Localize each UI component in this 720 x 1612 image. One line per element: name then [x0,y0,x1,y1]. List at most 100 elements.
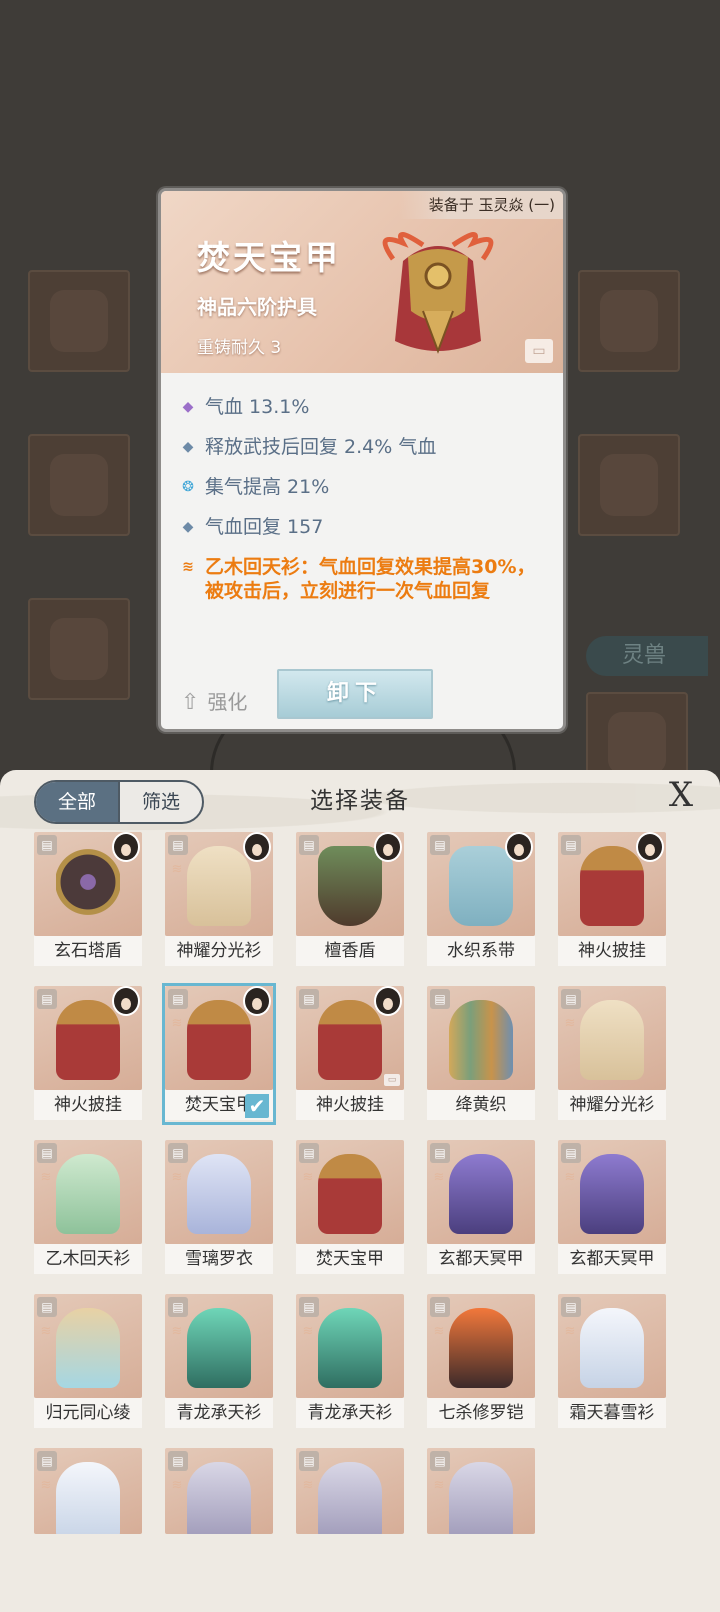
armor-slot-icon: ▤ [37,1451,57,1471]
equipment-name: 归元同心绫 [34,1398,142,1428]
armor-slot-icon: ▤ [37,1143,57,1163]
armor-slot-icon: ▤ [37,989,57,1009]
equipment-thumbnail: ▤ ≋ [165,986,273,1090]
stat-text: 释放武技后回复 2.4% 气血 [205,436,437,458]
spirit-beast-tab: 灵兽 [586,636,708,676]
armor-slot-icon: ▤ [168,1451,188,1471]
armor-slot-icon: ▤ [430,989,450,1009]
armor-slot-icon: ▤ [561,989,581,1009]
equipment-card[interactable]: ▤ ≋ [165,1448,273,1534]
equipment-name: 青龙承天衫 [165,1398,273,1428]
lock-icon[interactable]: ▭ [525,339,553,363]
set-effect-icon: ≋ [302,1170,314,1185]
equipment-thumbnail: ▤ ≋ [165,1140,273,1244]
equipment-card[interactable]: ▤ ≋ [34,1448,142,1534]
equipment-card[interactable]: ▤ ≋ 青龙承天衫 [296,1294,404,1430]
equipment-card[interactable]: ▤ ≋ 玄都天冥甲 [427,1140,535,1276]
equipped-hero-avatar [112,832,140,862]
set-effect-icon: ≋ [40,1170,52,1185]
equipment-name: 霜天暮雪衫 [558,1398,666,1428]
equipment-card[interactable]: ▤ 檀香盾 [296,832,404,968]
set-effect-icon: ≋ [40,1478,52,1493]
equipment-card[interactable]: ▤ ≋ 焚天宝甲 ✔ [162,983,276,1125]
armor-slot-icon: ▤ [561,835,581,855]
set-effect-icon: ≋ [182,559,194,575]
equipment-thumbnail: ▤ ≋ [427,1448,535,1534]
equipment-card[interactable]: ▤ ≋ [427,1448,535,1534]
stat-text: 集气提高 21% [205,476,330,498]
equipment-artwork [580,846,644,926]
equipment-artwork [56,846,120,926]
equipment-card[interactable]: ▤ ≋ 焚天宝甲 [296,1140,404,1276]
equipment-thumbnail: ▤ ≋ [427,1294,535,1398]
armor-slot-icon: ▤ [168,835,188,855]
equipment-thumbnail: ▤ ≋ [296,1448,404,1534]
set-effect-icon: ≋ [564,1016,576,1031]
equipment-artwork [56,1462,120,1534]
stat-row: ◆ 气血回复 157 [179,507,549,547]
equipment-thumbnail: ▤ ≋ [427,1140,535,1244]
equipment-card[interactable]: ▤ ≋ 乙木回天衫 [34,1140,142,1276]
equipment-card[interactable]: ▤ ≋ 神耀分光衫 [558,986,666,1122]
equipment-name: 神耀分光衫 [165,936,273,966]
equipped-hero-avatar [243,832,271,862]
equipment-card[interactable]: ▤ ≋ 霜天暮雪衫 [558,1294,666,1430]
diamond-purple-icon: ◆ [182,399,194,415]
equipment-name: 玄都天冥甲 [558,1244,666,1274]
equipment-thumbnail: ▤ ▭ [296,986,404,1090]
equipment-artwork [318,1000,382,1080]
equipment-thumbnail: ▤ [34,986,142,1090]
equipment-name: 乙木回天衫 [34,1244,142,1274]
equipment-artwork [187,1154,251,1234]
armor-slot-icon: ▤ [37,1297,57,1317]
armor-slot-icon: ▤ [430,1451,450,1471]
item-grade: 神品六阶护具 [197,295,317,319]
equipment-card[interactable]: ▤ 绛黄织 [427,986,535,1122]
equipment-thumbnail: ▤ [427,986,535,1090]
equipment-card[interactable]: ▤ ≋ [296,1448,404,1534]
equipment-name: 七杀修罗铠 [427,1398,535,1428]
equipment-card[interactable]: ▤ ▭ 神火披挂 [296,986,404,1122]
strengthen-button[interactable]: ⇧ 强化 [181,686,247,715]
armor-slot-icon: ▤ [168,1143,188,1163]
armor-slot-icon: ▤ [299,835,319,855]
armor-slot-icon: ▤ [430,1297,450,1317]
equipment-card[interactable]: ▤ ≋ 雪璃罗衣 [165,1140,273,1276]
equipment-card[interactable]: ▤ ≋ 归元同心绫 [34,1294,142,1430]
equipment-card[interactable]: ▤ ≋ 神耀分光衫 [165,832,273,968]
equipment-name: 神火披挂 [296,1090,404,1120]
equipment-artwork [318,846,382,926]
item-detail-popup: 装备于 玉灵焱 (一) 焚天宝甲 神品六阶护具 重铸耐久 3 ▭ ◆ 气血 13… [158,188,566,732]
equipment-artwork [56,1154,120,1234]
stat-row: ◆ 气血 13.1% [179,387,549,427]
equipped-hero-avatar [243,986,271,1016]
equipment-artwork [56,1000,120,1080]
equipment-thumbnail: ▤ [34,832,142,936]
special-effect-text: 乙木回天衫：气血回复效果提高30%，被攻击后，立刻进行一次气血回复 [205,556,536,602]
equipment-card[interactable]: ▤ ≋ 玄都天冥甲 [558,1140,666,1276]
equipment-artwork [449,846,513,926]
set-effect-icon: ≋ [171,862,183,877]
equipment-artwork [318,1462,382,1534]
equipment-thumbnail: ▤ ≋ [558,1294,666,1398]
flame-cyan-icon: ❂ [182,479,194,495]
select-equipment-panel: 全部 筛选 选择装备 X ▤ 玄石塔盾 ▤ ≋ 神耀分光衫 ▤ 檀香盾 ▤ 水织系带 ▤ 神火披挂 ▤… [0,770,720,1612]
equipment-thumbnail: ▤ [296,832,404,936]
equipment-card[interactable]: ▤ 水织系带 [427,832,535,968]
set-effect-icon: ≋ [171,1016,183,1031]
equipment-thumbnail: ▤ ≋ [165,1448,273,1534]
bg-equip-slot [28,598,130,700]
equipment-card[interactable]: ▤ ≋ 七杀修罗铠 [427,1294,535,1430]
equipment-card[interactable]: ▤ 神火披挂 [34,986,142,1122]
close-icon[interactable]: X [662,776,700,814]
unequip-button[interactable]: 卸下 [277,669,433,719]
equipment-card[interactable]: ▤ ≋ 青龙承天衫 [165,1294,273,1430]
equipment-artwork [318,1308,382,1388]
equipment-thumbnail: ▤ ≋ [558,986,666,1090]
armor-slot-icon: ▤ [299,989,319,1009]
equipment-card[interactable]: ▤ 神火披挂 [558,832,666,968]
bg-equip-slot [578,434,680,536]
set-effect-icon: ≋ [171,1170,183,1185]
equipment-card[interactable]: ▤ 玄石塔盾 [34,832,142,968]
equipment-artwork [580,1000,644,1080]
